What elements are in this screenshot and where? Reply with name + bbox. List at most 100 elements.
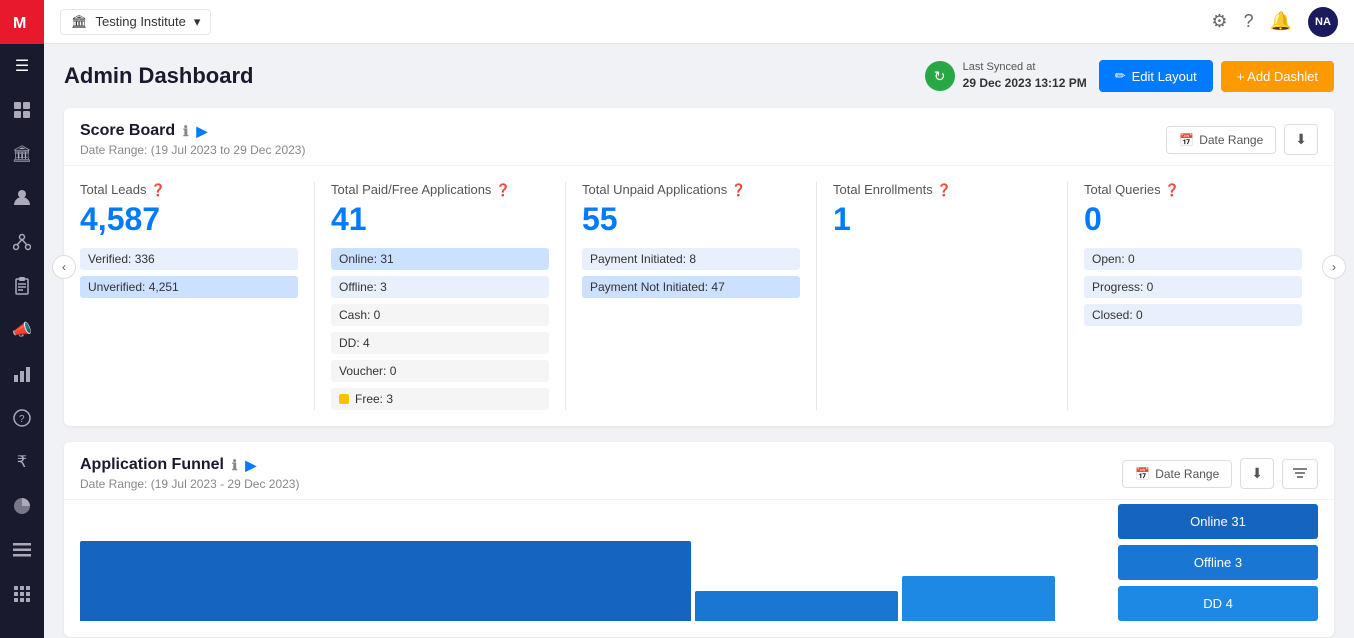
chart-icon[interactable] [0,352,44,396]
nav-arrow-left[interactable]: ‹ [52,255,76,279]
metric-total-leads: Total Leads ❓ 4,587 Verified: 336 Unveri… [80,182,315,410]
menu-icon[interactable]: ☰ [0,44,44,88]
metric-queries: Total Queries ❓ 0 Open: 0 Progress: 0 Cl… [1068,182,1318,410]
unpaid-value: 55 [582,201,800,238]
breakdown-offline: Offline: 3 [331,276,549,298]
breakdown-free: Free: 3 [331,388,549,410]
breakdown-progress: Progress: 0 [1084,276,1302,298]
breakdown-open: Open: 0 [1084,248,1302,270]
funnel-bar-offline [695,591,899,621]
funnel-panel: Application Funnel ℹ ▶ Date Range: (19 J… [64,442,1334,637]
bell-icon[interactable]: 🔔 [1270,11,1292,32]
unpaid-help-icon[interactable]: ❓ [731,183,746,197]
funnel-chart-area [80,500,1118,621]
paid-free-breakdown: Online: 31 Offline: 3 Cash: 0 DD: 4 Vouc… [331,248,549,410]
funnel-bar-online [80,541,691,621]
scoreboard-panel: Score Board ℹ ▶ Date Range: (19 Jul 2023… [64,108,1334,426]
queries-breakdown: Open: 0 Progress: 0 Closed: 0 [1084,248,1302,326]
breakdown-dd: DD: 4 [331,332,549,354]
funnel-body: Online 31 Offline 3 DD 4 [64,500,1334,637]
funnel-actions: 📅 Date Range ⬇ [1122,458,1318,489]
breakdown-unverified: Unverified: 4,251 [80,276,298,298]
app-logo[interactable]: M [0,0,44,44]
scoreboard-title: Score Board [80,122,175,140]
queries-value: 0 [1084,201,1302,238]
breakdown-closed: Closed: 0 [1084,304,1302,326]
enroll-help-icon[interactable]: ❓ [937,183,952,197]
building-icon[interactable]: 🏛 [0,132,44,176]
paid-free-help-icon[interactable]: ❓ [495,183,510,197]
pie-icon[interactable] [0,484,44,528]
funnel-calendar-icon: 📅 [1135,467,1150,481]
grid-apps-icon[interactable] [0,572,44,616]
paid-free-value: 41 [331,201,549,238]
content-area: Admin Dashboard ↻ Last Synced at 29 Dec … [44,44,1354,638]
institute-selector[interactable]: 🏛 Testing Institute ▾ [60,9,211,35]
unpaid-breakdown: Payment Initiated: 8 Payment Not Initiat… [582,248,800,298]
calendar-icon: 📅 [1179,133,1194,147]
funnel-legend: Online 31 Offline 3 DD 4 [1118,500,1318,621]
leads-value: 4,587 [80,201,298,238]
breakdown-payment-initiated: Payment Initiated: 8 [582,248,800,270]
scoreboard-actions: 📅 Date Range ⬇ [1166,124,1318,155]
person-icon[interactable] [0,176,44,220]
network-icon[interactable] [0,220,44,264]
breakdown-verified: Verified: 336 [80,248,298,270]
queries-help-icon[interactable]: ❓ [1165,183,1180,197]
page-title: Admin Dashboard [64,63,925,89]
info-icon[interactable]: ℹ [183,123,188,140]
funnel-download-button[interactable]: ⬇ [1240,458,1274,489]
add-dashlet-button[interactable]: + Add Dashlet [1221,61,1334,92]
settings-icon[interactable]: ⚙ [1211,11,1227,32]
dashboard-header: Admin Dashboard ↻ Last Synced at 29 Dec … [64,60,1334,92]
funnel-header: Application Funnel ℹ ▶ Date Range: (19 J… [64,442,1334,500]
list-icon[interactable] [0,528,44,572]
funnel-date-range-button[interactable]: 📅 Date Range [1122,460,1232,488]
help-icon[interactable]: ? [1244,11,1254,32]
scoreboard-subtitle: Date Range: (19 Jul 2023 to 29 Dec 2023) [80,143,305,157]
topnav: 🏛 Testing Institute ▾ ⚙ ? 🔔 NA [44,0,1354,44]
funnel-play-icon[interactable]: ▶ [245,457,256,474]
scoreboard-download-button[interactable]: ⬇ [1284,124,1318,155]
enrollment-value: 1 [833,201,1051,238]
sync-info: ↻ Last Synced at 29 Dec 2023 13:12 PM [925,60,1087,92]
leads-breakdown: Verified: 336 Unverified: 4,251 [80,248,298,298]
play-icon[interactable]: ▶ [196,123,207,140]
edit-icon: ✏ [1115,68,1126,84]
funnel-legend-offline: Offline 3 [1118,545,1318,580]
edit-layout-button[interactable]: ✏ Edit Layout [1099,60,1213,92]
sync-date: 29 Dec 2023 13:12 PM [963,75,1087,92]
funnel-title: Application Funnel [80,456,224,474]
user-avatar[interactable]: NA [1308,7,1338,37]
funnel-info-icon[interactable]: ℹ [232,457,237,474]
nav-arrow-right[interactable]: › [1322,255,1346,279]
svg-text:?: ? [19,414,25,425]
metrics-row: Total Leads ❓ 4,587 Verified: 336 Unveri… [64,166,1334,426]
svg-text:M: M [13,15,26,32]
sync-label: Last Synced at [963,60,1087,75]
dashboard-icon[interactable] [0,88,44,132]
chevron-down-icon: ▾ [194,14,201,30]
megaphone-icon[interactable]: 📣 [0,308,44,352]
metric-paid-free-apps: Total Paid/Free Applications ❓ 41 Online… [315,182,566,410]
funnel-legend-online: Online 31 [1118,504,1318,539]
breakdown-voucher: Voucher: 0 [331,360,549,382]
building-nav-icon: 🏛 [71,14,88,30]
rupee-icon[interactable]: ₹ [0,440,44,484]
scoreboard-date-range-button[interactable]: 📅 Date Range [1166,126,1276,154]
institute-name: Testing Institute [96,14,186,29]
main-area: 🏛 Testing Institute ▾ ⚙ ? 🔔 NA Admin Das… [44,0,1354,638]
metric-unpaid-apps: Total Unpaid Applications ❓ 55 Payment I… [566,182,817,410]
question-circle-icon[interactable]: ? [0,396,44,440]
topnav-icons: ⚙ ? 🔔 NA [1211,7,1338,37]
breakdown-online: Online: 31 [331,248,549,270]
funnel-filter-button[interactable] [1282,459,1318,489]
funnel-subtitle: Date Range: (19 Jul 2023 - 29 Dec 2023) [80,477,299,491]
clipboard-icon[interactable] [0,264,44,308]
leads-help-icon[interactable]: ❓ [151,183,166,197]
breakdown-payment-not-initiated: Payment Not Initiated: 47 [582,276,800,298]
funnel-legend-dd: DD 4 [1118,586,1318,621]
metric-enrollments: Total Enrollments ❓ 1 [817,182,1068,410]
sync-icon: ↻ [925,61,955,91]
breakdown-cash: Cash: 0 [331,304,549,326]
